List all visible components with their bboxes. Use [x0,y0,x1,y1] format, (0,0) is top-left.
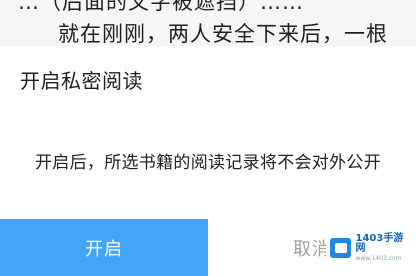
watermark-text: 1403手游网 www.1403.com [355,234,412,262]
dialog-title: 开启私密阅读 [20,69,143,93]
enable-button[interactable]: 开启 [0,219,208,276]
watermark-name: 1403手游网 [355,233,404,254]
watermark-domain: www.1403.com [355,255,402,262]
site-watermark: 1403手游网 www.1403.com [326,234,412,262]
reader-screen: …（后面的文字被遮挡）…… 就在刚刚，两人安全下来后，一根 开启私密阅读 开启后… [0,0,416,276]
dialog-message: 开启后，所选书籍的阅读记录将不会对外公开 [35,153,381,173]
book-text-line: …（后面的文字被遮挡）…… [18,0,304,14]
watermark-logo-icon [330,238,352,258]
book-text-line: 就在刚刚，两人安全下来后，一根 [58,22,388,46]
book-content-background: …（后面的文字被遮挡）…… 就在刚刚，两人安全下来后，一根 [0,0,416,46]
